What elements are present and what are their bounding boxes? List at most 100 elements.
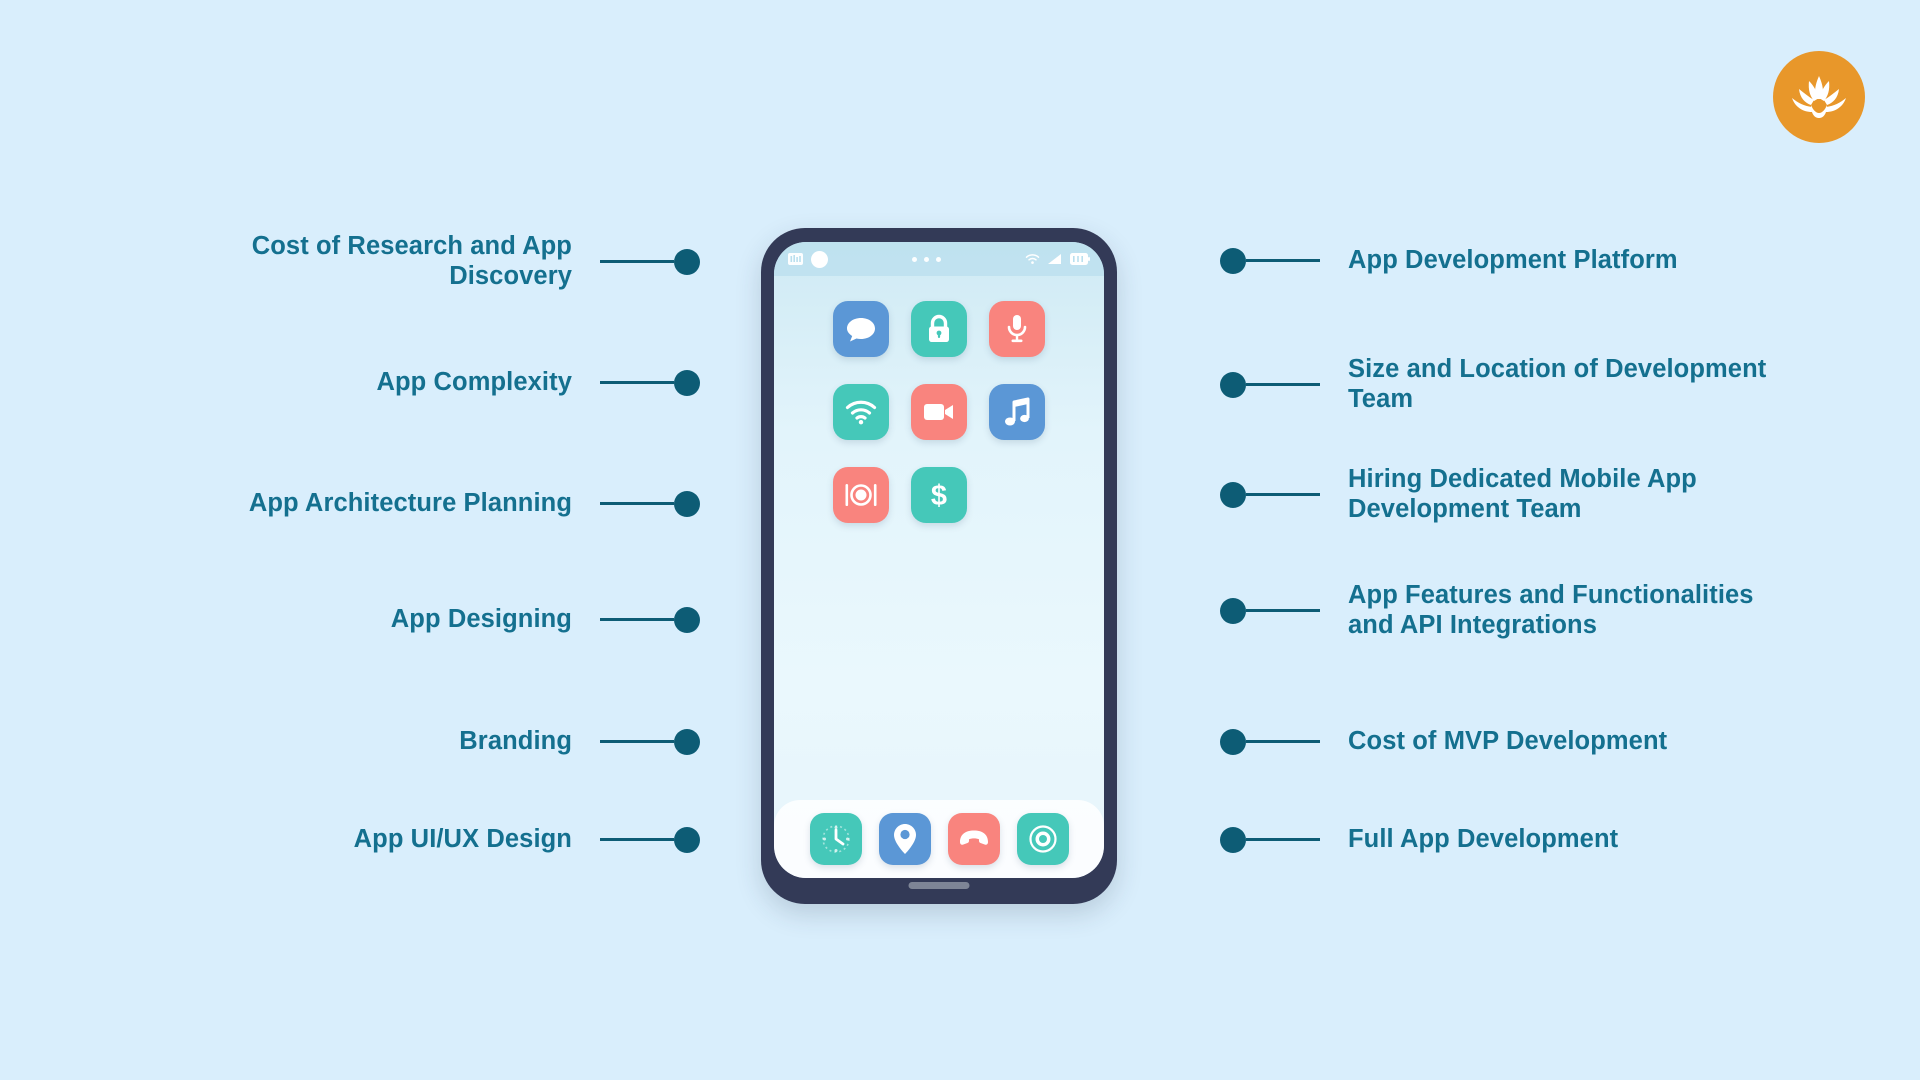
connector-line xyxy=(600,502,674,506)
right-node-1[interactable]: App Development Platform xyxy=(1220,246,1778,276)
location-pin-icon xyxy=(893,823,917,855)
wifi-app-icon[interactable] xyxy=(833,384,889,440)
right-connector-1 xyxy=(1220,247,1320,274)
camera-lens-icon xyxy=(1027,823,1059,855)
video-app-icon[interactable] xyxy=(911,384,967,440)
left-node-4[interactable]: App Designing xyxy=(242,605,700,635)
security-app-icon[interactable] xyxy=(911,301,967,357)
dot-icon xyxy=(912,256,917,262)
left-node-5-label: Branding xyxy=(459,727,572,755)
left-connector-2 xyxy=(600,369,700,396)
right-connector-5 xyxy=(1220,728,1320,755)
chat-bubble-icon xyxy=(846,315,876,343)
connector-dot[interactable] xyxy=(674,490,700,517)
left-node-2[interactable]: App Complexity xyxy=(242,368,700,398)
connector-dot[interactable] xyxy=(674,369,700,396)
phone-mockup: $ xyxy=(761,228,1117,904)
left-node-1[interactable]: Cost of Research and App Discovery xyxy=(242,232,700,291)
left-connector-6 xyxy=(600,826,700,853)
left-label-column: Cost of Research and App Discovery App C… xyxy=(60,0,700,1080)
right-connector-3 xyxy=(1220,481,1320,508)
phone-screen[interactable]: $ xyxy=(774,242,1104,878)
camera-app-icon[interactable] xyxy=(1016,813,1069,865)
connector-line xyxy=(1246,259,1320,263)
connector-line xyxy=(600,260,674,264)
connector-dot[interactable] xyxy=(674,606,700,633)
dot-icon xyxy=(924,256,929,262)
left-node-4-label: App Designing xyxy=(390,605,572,633)
phone-handset-icon xyxy=(958,829,990,849)
right-node-2[interactable]: Size and Location of Development Team xyxy=(1220,355,1778,414)
left-node-2-label: App Complexity xyxy=(376,368,572,396)
left-node-3-label: App Architecture Planning xyxy=(248,489,572,517)
clock-app-icon[interactable] xyxy=(809,813,862,865)
connector-dot[interactable] xyxy=(1220,597,1246,624)
left-node-5[interactable]: Branding xyxy=(242,727,700,757)
left-connector-5 xyxy=(600,728,700,755)
left-connector-4 xyxy=(600,606,700,633)
left-connector-3 xyxy=(600,490,700,517)
right-node-6[interactable]: Full App Development xyxy=(1220,825,1778,855)
home-screen-app-grid: $ xyxy=(774,276,1104,523)
connector-line xyxy=(600,838,674,842)
wifi-icon xyxy=(1025,253,1040,265)
right-node-5[interactable]: Cost of MVP Development xyxy=(1220,727,1778,757)
connector-dot[interactable] xyxy=(1220,247,1246,274)
connector-dot[interactable] xyxy=(1220,371,1246,398)
dollar-sign-icon: $ xyxy=(928,479,950,511)
connector-line xyxy=(600,381,674,385)
right-node-5-label: Cost of MVP Development xyxy=(1348,727,1668,755)
right-node-3-label: Hiring Dedicated Mobile App Development … xyxy=(1348,465,1697,523)
status-center-dots xyxy=(828,256,1025,262)
dining-plate-icon xyxy=(844,482,878,508)
right-connector-4 xyxy=(1220,597,1320,624)
connector-dot[interactable] xyxy=(1220,728,1246,755)
phone-app-icon[interactable] xyxy=(947,813,1000,865)
voice-app-icon[interactable] xyxy=(989,301,1045,357)
right-node-3[interactable]: Hiring Dedicated Mobile App Development … xyxy=(1220,465,1778,524)
connector-line xyxy=(1246,609,1320,613)
svg-text:$: $ xyxy=(931,480,947,511)
right-node-2-label: Size and Location of Development Team xyxy=(1348,355,1767,413)
music-app-icon[interactable] xyxy=(989,384,1045,440)
lock-icon xyxy=(926,314,952,344)
payments-app-icon[interactable]: $ xyxy=(911,467,967,523)
connector-dot[interactable] xyxy=(1220,826,1246,853)
microphone-icon xyxy=(1004,313,1030,345)
connector-dot[interactable] xyxy=(674,826,700,853)
right-node-4-label: App Features and Functionalities and API… xyxy=(1348,581,1754,639)
connector-dot[interactable] xyxy=(674,248,700,275)
connector-line xyxy=(1246,493,1320,497)
front-camera-icon xyxy=(811,250,828,268)
left-connector-1 xyxy=(600,248,700,275)
right-node-6-label: Full App Development xyxy=(1348,825,1619,853)
connector-line xyxy=(600,740,674,744)
right-node-4[interactable]: App Features and Functionalities and API… xyxy=(1220,581,1778,640)
connector-dot[interactable] xyxy=(1220,481,1246,508)
connector-line xyxy=(1246,838,1320,842)
right-connector-6 xyxy=(1220,826,1320,853)
connector-dot[interactable] xyxy=(674,728,700,755)
left-node-6[interactable]: App UI/UX Design xyxy=(242,825,700,855)
battery-icon xyxy=(1070,253,1090,265)
music-note-icon xyxy=(1003,397,1031,427)
signal-bars-icon xyxy=(788,253,803,265)
connector-line xyxy=(1246,740,1320,744)
wifi-icon xyxy=(845,399,877,425)
left-node-6-label: App UI/UX Design xyxy=(353,825,572,853)
messages-app-icon[interactable] xyxy=(833,301,889,357)
connector-line xyxy=(1246,383,1320,387)
home-indicator-bar[interactable] xyxy=(908,882,970,889)
connector-line xyxy=(600,618,674,622)
status-bar xyxy=(774,242,1104,276)
left-node-1-label: Cost of Research and App Discovery xyxy=(251,232,572,290)
clock-icon xyxy=(820,823,852,855)
maps-app-icon[interactable] xyxy=(878,813,931,865)
video-camera-icon xyxy=(923,401,955,423)
food-app-icon[interactable] xyxy=(833,467,889,523)
right-label-column: App Development Platform Size and Locati… xyxy=(1220,0,1860,1080)
phone-dock xyxy=(774,800,1104,878)
right-connector-2 xyxy=(1220,371,1320,398)
right-node-1-label: App Development Platform xyxy=(1348,246,1678,274)
left-node-3[interactable]: App Architecture Planning xyxy=(142,489,700,519)
